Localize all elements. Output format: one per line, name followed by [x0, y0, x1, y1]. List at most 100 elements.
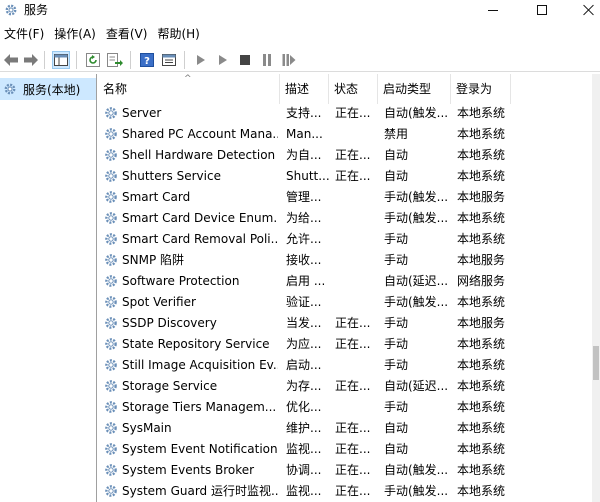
- table-row[interactable]: Shutters Service Shutt... 正在... 自动 本地系统: [98, 166, 590, 187]
- service-status: 正在...: [335, 169, 371, 183]
- service-log-on-as: 本地服务: [457, 253, 506, 267]
- service-description: 接收...: [286, 253, 322, 267]
- table-row[interactable]: Software Protection 启用 ... 自动(延迟... 网络服务: [98, 271, 590, 292]
- column-header-name[interactable]: 名称: [98, 74, 280, 104]
- table-row[interactable]: System Events Broker 协调... 正在... 自动(触发... 本地…: [98, 460, 590, 481]
- forward-arrow-icon[interactable]: [22, 51, 40, 69]
- service-status: 正在...: [335, 337, 371, 351]
- service-gear-icon: [105, 170, 117, 182]
- play-icon[interactable]: [192, 51, 210, 69]
- properties-pane-icon[interactable]: [160, 51, 178, 69]
- services-gear-icon: [4, 83, 16, 95]
- service-gear-icon: [105, 212, 117, 224]
- service-startup-type: 自动(触发...: [384, 463, 448, 477]
- table-row[interactable]: Still Image Acquisition Ev... 启动... 手动 本地系统: [98, 355, 590, 376]
- service-name: Shutters Service: [122, 169, 221, 183]
- service-startup-type: 手动: [384, 358, 409, 372]
- stop-icon[interactable]: [236, 51, 254, 69]
- service-description: 管理...: [286, 190, 322, 204]
- service-name: System Events Broker: [122, 463, 255, 477]
- service-name: Shell Hardware Detection: [122, 148, 276, 162]
- play-paused-icon[interactable]: [214, 51, 232, 69]
- list-header: ^ 名称 描述 状态 启动类型 登录为: [98, 74, 600, 104]
- table-row[interactable]: Smart Card Device Enum... 为给... 手动(触发... 本地…: [98, 208, 590, 229]
- toolbar: ?: [0, 48, 600, 72]
- service-startup-type: 手动: [384, 316, 409, 330]
- menu-help[interactable]: 帮助(H): [152, 24, 204, 44]
- maximize-button[interactable]: [519, 0, 565, 20]
- service-name: Smart Card: [122, 190, 191, 204]
- service-gear-icon: [105, 296, 117, 308]
- service-log-on-as: 本地系统: [457, 358, 506, 372]
- service-log-on-as: 本地系统: [457, 169, 506, 183]
- service-name: Storage Service: [122, 379, 218, 393]
- column-header-description[interactable]: 描述: [280, 74, 329, 104]
- console-tree-icon[interactable]: [52, 51, 70, 69]
- table-row[interactable]: State Repository Service 为应... 正在... 手动 本地系统: [98, 334, 590, 355]
- table-row[interactable]: Smart Card 管理... 手动(触发... 本地服务: [98, 187, 590, 208]
- restart-icon[interactable]: [280, 51, 298, 69]
- service-description: 支持...: [286, 106, 322, 120]
- service-description: 为给...: [286, 211, 322, 225]
- service-name: Software Protection: [122, 274, 240, 288]
- service-status: [335, 292, 375, 313]
- service-status: [335, 271, 375, 292]
- table-row[interactable]: System Event Notification... 监视... 正在... 自动…: [98, 439, 590, 460]
- refresh-icon[interactable]: [84, 51, 102, 69]
- services-gear-icon: [5, 4, 17, 16]
- service-name: Server: [122, 106, 162, 120]
- menu-action[interactable]: 操作(A): [49, 24, 101, 44]
- help-icon[interactable]: ?: [138, 51, 156, 69]
- service-gear-icon: [105, 191, 117, 203]
- column-header-status[interactable]: 状态: [329, 74, 378, 104]
- service-startup-type: 手动: [384, 337, 409, 351]
- vertical-scrollbar[interactable]: [592, 74, 600, 502]
- column-header-log-on-as[interactable]: 登录为: [451, 74, 511, 104]
- table-row[interactable]: Storage Service 为存... 正在... 自动(延迟... 本地系统: [98, 376, 590, 397]
- table-row[interactable]: System Guard 运行时监视... 监视... 正在... 手动(触发... 本…: [98, 481, 590, 502]
- window-title: 服务: [24, 3, 49, 17]
- table-row[interactable]: Storage Tiers Managem... 优化... 手动 本地系统: [98, 397, 590, 418]
- service-name: SysMain: [122, 421, 172, 435]
- service-status: 正在...: [335, 442, 371, 456]
- title-bar: 服务: [0, 0, 600, 20]
- service-description: Shutt...: [286, 169, 330, 183]
- table-row[interactable]: SysMain 维护... 正在... 自动 本地系统: [98, 418, 590, 439]
- service-startup-type: 自动(延迟...: [384, 379, 448, 393]
- close-icon: [583, 4, 595, 16]
- service-log-on-as: 本地系统: [457, 484, 506, 498]
- menu-file[interactable]: 文件(F): [0, 24, 49, 44]
- service-startup-type: 手动: [384, 253, 409, 267]
- service-gear-icon: [105, 401, 117, 413]
- service-name: Still Image Acquisition Ev...: [122, 358, 278, 372]
- service-name: System Guard 运行时监视...: [122, 484, 278, 498]
- table-row[interactable]: Shell Hardware Detection 为自... 正在... 自动 本地系统: [98, 145, 590, 166]
- table-row[interactable]: Spot Verifier 验证... 手动(触发... 本地系统: [98, 292, 590, 313]
- table-row[interactable]: Shared PC Account Mana... Man... 禁用 本地系统: [98, 124, 590, 145]
- minimize-button[interactable]: [470, 0, 516, 20]
- back-arrow-icon[interactable]: [2, 51, 20, 69]
- service-startup-type: 手动: [384, 400, 409, 414]
- service-log-on-as: 本地系统: [457, 295, 506, 309]
- column-header-startup-type[interactable]: 启动类型: [378, 74, 451, 104]
- service-startup-type: 手动(触发...: [384, 484, 448, 498]
- table-row[interactable]: Server 支持... 正在... 自动(触发... 本地系统: [98, 103, 590, 124]
- service-startup-type: 禁用: [384, 127, 409, 141]
- service-log-on-as: 本地系统: [457, 211, 506, 225]
- service-gear-icon: [105, 275, 117, 287]
- service-status: 正在...: [335, 379, 371, 393]
- scrollbar-thumb[interactable]: [593, 346, 599, 380]
- table-row[interactable]: SSDP Discovery 当发... 正在... 手动 本地服务: [98, 313, 590, 334]
- service-description: 启用 ...: [286, 274, 326, 288]
- export-list-icon[interactable]: [106, 51, 124, 69]
- tree-item-services-local[interactable]: 服务(本地): [0, 78, 96, 100]
- svg-text:?: ?: [144, 56, 150, 67]
- table-row[interactable]: SNMP 陷阱 接收... 手动 本地服务: [98, 250, 590, 271]
- service-description: 监视...: [286, 442, 322, 456]
- pause-icon[interactable]: [258, 51, 276, 69]
- service-startup-type: 自动(触发...: [384, 106, 448, 120]
- table-row[interactable]: Smart Card Removal Poli... 允许... 手动 本地系统: [98, 229, 590, 250]
- close-button[interactable]: [566, 0, 600, 20]
- menu-view[interactable]: 查看(V): [101, 24, 153, 44]
- service-gear-icon: [105, 443, 117, 455]
